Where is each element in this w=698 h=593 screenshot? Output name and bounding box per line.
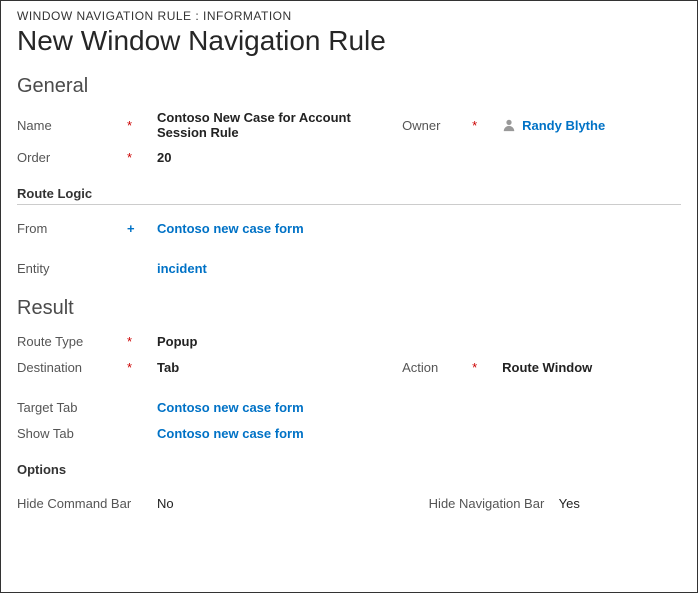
section-result-heading: Result bbox=[17, 297, 681, 320]
hide-nav-bar-field[interactable]: Yes bbox=[559, 496, 681, 511]
from-label: From bbox=[17, 221, 127, 236]
name-label: Name bbox=[17, 118, 127, 133]
destination-label: Destination bbox=[17, 360, 127, 375]
show-tab-label: Show Tab bbox=[17, 426, 157, 441]
form-window: WINDOW NAVIGATION RULE : INFORMATION New… bbox=[0, 0, 698, 593]
row-order: Order * 20 bbox=[17, 144, 681, 170]
row-name-owner: Name * Contoso New Case for Account Sess… bbox=[17, 106, 681, 144]
show-tab-field[interactable]: Contoso new case form bbox=[157, 426, 681, 441]
name-field[interactable]: Contoso New Case for Account Session Rul… bbox=[157, 110, 402, 140]
owner-required-icon: * bbox=[472, 118, 502, 133]
name-required-icon: * bbox=[127, 118, 157, 133]
from-field[interactable]: Contoso new case form bbox=[157, 221, 681, 236]
owner-link[interactable]: Randy Blythe bbox=[522, 118, 605, 133]
hide-nav-bar-label: Hide Navigation Bar bbox=[429, 496, 559, 511]
owner-field[interactable]: Randy Blythe bbox=[502, 118, 605, 133]
row-entity: Entity incident bbox=[17, 255, 681, 281]
route-type-required-icon: * bbox=[127, 334, 157, 349]
action-label: Action bbox=[402, 360, 472, 375]
subsection-route-logic: Route Logic bbox=[17, 186, 681, 205]
action-required-icon: * bbox=[472, 360, 502, 375]
entity-label: Entity bbox=[17, 261, 127, 276]
target-tab-label: Target Tab bbox=[17, 400, 157, 415]
row-options: Hide Command Bar No Hide Navigation Bar … bbox=[17, 490, 681, 516]
route-type-field[interactable]: Popup bbox=[157, 334, 681, 349]
order-required-icon: * bbox=[127, 150, 157, 165]
order-field[interactable]: 20 bbox=[157, 150, 402, 165]
row-from: From + Contoso new case form bbox=[17, 215, 681, 241]
hide-command-bar-field[interactable]: No bbox=[157, 496, 429, 511]
target-tab-field[interactable]: Contoso new case form bbox=[157, 400, 681, 415]
order-label: Order bbox=[17, 150, 127, 165]
row-show-tab: Show Tab Contoso new case form bbox=[17, 420, 681, 446]
action-field[interactable]: Route Window bbox=[502, 360, 681, 375]
page-title: New Window Navigation Rule bbox=[17, 25, 681, 57]
entity-field[interactable]: incident bbox=[157, 261, 681, 276]
subsection-options: Options bbox=[17, 462, 681, 480]
person-icon bbox=[502, 118, 516, 132]
row-route-type: Route Type * Popup bbox=[17, 328, 681, 354]
row-target-tab: Target Tab Contoso new case form bbox=[17, 394, 681, 420]
section-general-heading: General bbox=[17, 75, 681, 98]
route-type-label: Route Type bbox=[17, 334, 127, 349]
from-recommended-icon: + bbox=[127, 221, 157, 236]
row-destination-action: Destination * Tab Action * Route Window bbox=[17, 354, 681, 380]
owner-label: Owner bbox=[402, 118, 472, 133]
destination-required-icon: * bbox=[127, 360, 157, 375]
breadcrumb: WINDOW NAVIGATION RULE : INFORMATION bbox=[17, 9, 681, 23]
destination-field[interactable]: Tab bbox=[157, 360, 402, 375]
hide-command-bar-label: Hide Command Bar bbox=[17, 496, 157, 511]
